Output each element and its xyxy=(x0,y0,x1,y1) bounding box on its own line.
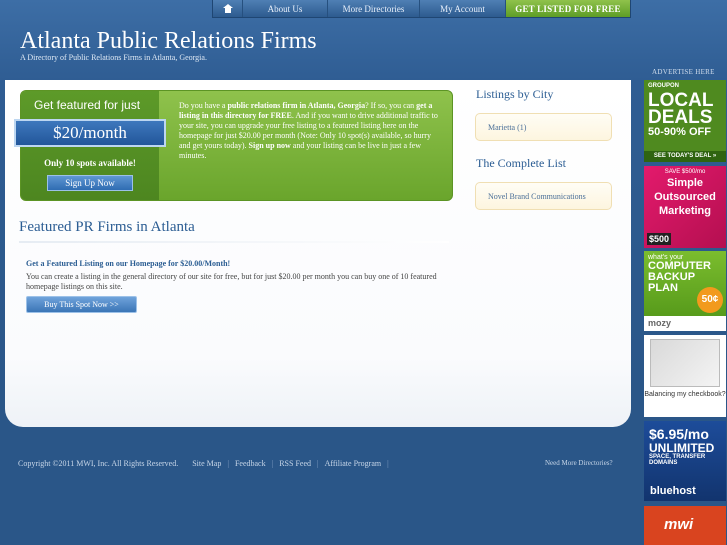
marketing-line1: Simple xyxy=(666,177,704,189)
get-listed-button[interactable]: GET LISTED FOR FREE xyxy=(506,0,630,17)
footer-link-affiliate[interactable]: Affiliate Program xyxy=(325,459,382,468)
promo-text-part: ? If so, you can xyxy=(365,101,417,110)
footer-separator: | xyxy=(317,459,319,468)
mozy-price-badge: 50¢ xyxy=(697,287,723,313)
checkbook-caption: Balancing my checkbook? xyxy=(644,391,726,398)
spots-available: Only 10 spots available! xyxy=(44,158,136,168)
marketing-ad[interactable]: SAVE $500/mo Simple Outsourced Marketing… xyxy=(644,166,726,248)
checkbook-ad[interactable]: Balancing my checkbook? xyxy=(644,335,726,417)
advertise-here-label[interactable]: ADVERTISE HERE xyxy=(652,68,715,76)
groupon-cta: SEE TODAY'S DEAL » xyxy=(644,151,726,162)
sign-up-now-link[interactable]: Sign up now xyxy=(249,141,291,150)
bluehost-sub: SPACE, TRANSFER DOMAINS xyxy=(649,454,706,466)
featured-listing-description: You can create a listing in the general … xyxy=(26,272,437,291)
featured-promo-title: Get featured for just xyxy=(34,98,141,112)
mozy-logo: mozy xyxy=(644,316,726,331)
bluehost-price: $6.95/mo xyxy=(649,426,709,442)
footer-separator xyxy=(184,459,186,468)
groupon-discount: 50-90% OFF xyxy=(648,126,711,138)
need-more-directories-link[interactable]: Need More Directories? xyxy=(545,459,613,467)
featured-firms-heading: Featured PR Firms in Atlanta xyxy=(19,219,195,235)
city-list-box: Marietta (1) xyxy=(475,113,612,141)
nav-more-directories-link[interactable]: More Directories xyxy=(328,0,420,17)
footer-link-rss[interactable]: RSS Feed xyxy=(279,459,311,468)
promo-text-part: Do you have a xyxy=(179,101,228,110)
listings-by-city-heading: Listings by City xyxy=(476,87,554,101)
marketing-save: SAVE $500/mo xyxy=(664,169,706,175)
city-count: (1) xyxy=(517,122,527,132)
copyright-text: Copyright ©2011 MWI, Inc. All Rights Res… xyxy=(18,459,179,468)
marketing-line3: Marketing xyxy=(659,205,711,217)
firm-link[interactable]: Novel Brand Communications xyxy=(488,192,586,201)
footer: Copyright ©2011 MWI, Inc. All Rights Res… xyxy=(18,459,395,468)
featured-promo-box: Get featured for just $20/month Only 10 … xyxy=(14,90,453,201)
section-divider xyxy=(19,241,449,243)
nav-about-link[interactable]: About Us xyxy=(243,0,328,17)
buy-spot-button[interactable]: Buy This Spot Now >> xyxy=(26,296,137,313)
bluehost-logo: bluehost xyxy=(650,485,696,497)
groupon-line2: DEALS xyxy=(648,107,713,128)
marketing-line2: Outsourced xyxy=(654,191,716,203)
mozy-ad[interactable]: what's your COMPUTER BACKUP PLAN 50¢ moz… xyxy=(644,251,726,331)
featured-promo-left: Get featured for just $20/month Only 10 … xyxy=(14,91,166,200)
featured-listing-heading[interactable]: Get a Featured Listing on our Homepage f… xyxy=(26,259,230,268)
bluehost-ad[interactable]: $6.95/mo UNLIMITED SPACE, TRANSFER DOMAI… xyxy=(644,421,726,501)
top-nav: About Us More Directories My Account GET… xyxy=(212,0,631,18)
bluehost-line1: UNLIMITED xyxy=(649,441,715,455)
footer-link-site-map[interactable]: Site Map xyxy=(192,459,221,468)
footer-link-feedback[interactable]: Feedback xyxy=(235,459,266,468)
groupon-ad[interactable]: GROUPON LOCAL DEALS 50-90% OFF SEE TODAY… xyxy=(644,80,726,162)
mwi-ad[interactable]: mwi xyxy=(644,506,726,545)
sign-up-button[interactable]: Sign Up Now xyxy=(47,175,133,191)
nav-my-account-link[interactable]: My Account xyxy=(420,0,506,17)
site-title[interactable]: Atlanta Public Relations Firms xyxy=(20,28,317,55)
checkbook-image xyxy=(650,339,720,387)
nav-home-link[interactable] xyxy=(213,0,243,17)
footer-separator: | xyxy=(271,459,274,468)
marketing-foot: $500 xyxy=(647,233,672,245)
site-subtitle: A Directory of Public Relations Firms in… xyxy=(20,53,207,62)
complete-list-box: Novel Brand Communications xyxy=(475,182,612,210)
footer-separator: | xyxy=(227,459,229,468)
city-link-marietta[interactable]: Marietta xyxy=(488,123,515,132)
complete-list-heading: The Complete List xyxy=(476,156,566,170)
home-icon xyxy=(222,4,233,13)
featured-promo-text: Do you have a public relations firm in A… xyxy=(179,101,441,161)
promo-text-bold: public relations firm in Atlanta, Georgi… xyxy=(227,101,366,110)
price-ribbon: $20/month xyxy=(14,119,166,147)
footer-separator: | xyxy=(387,459,389,468)
